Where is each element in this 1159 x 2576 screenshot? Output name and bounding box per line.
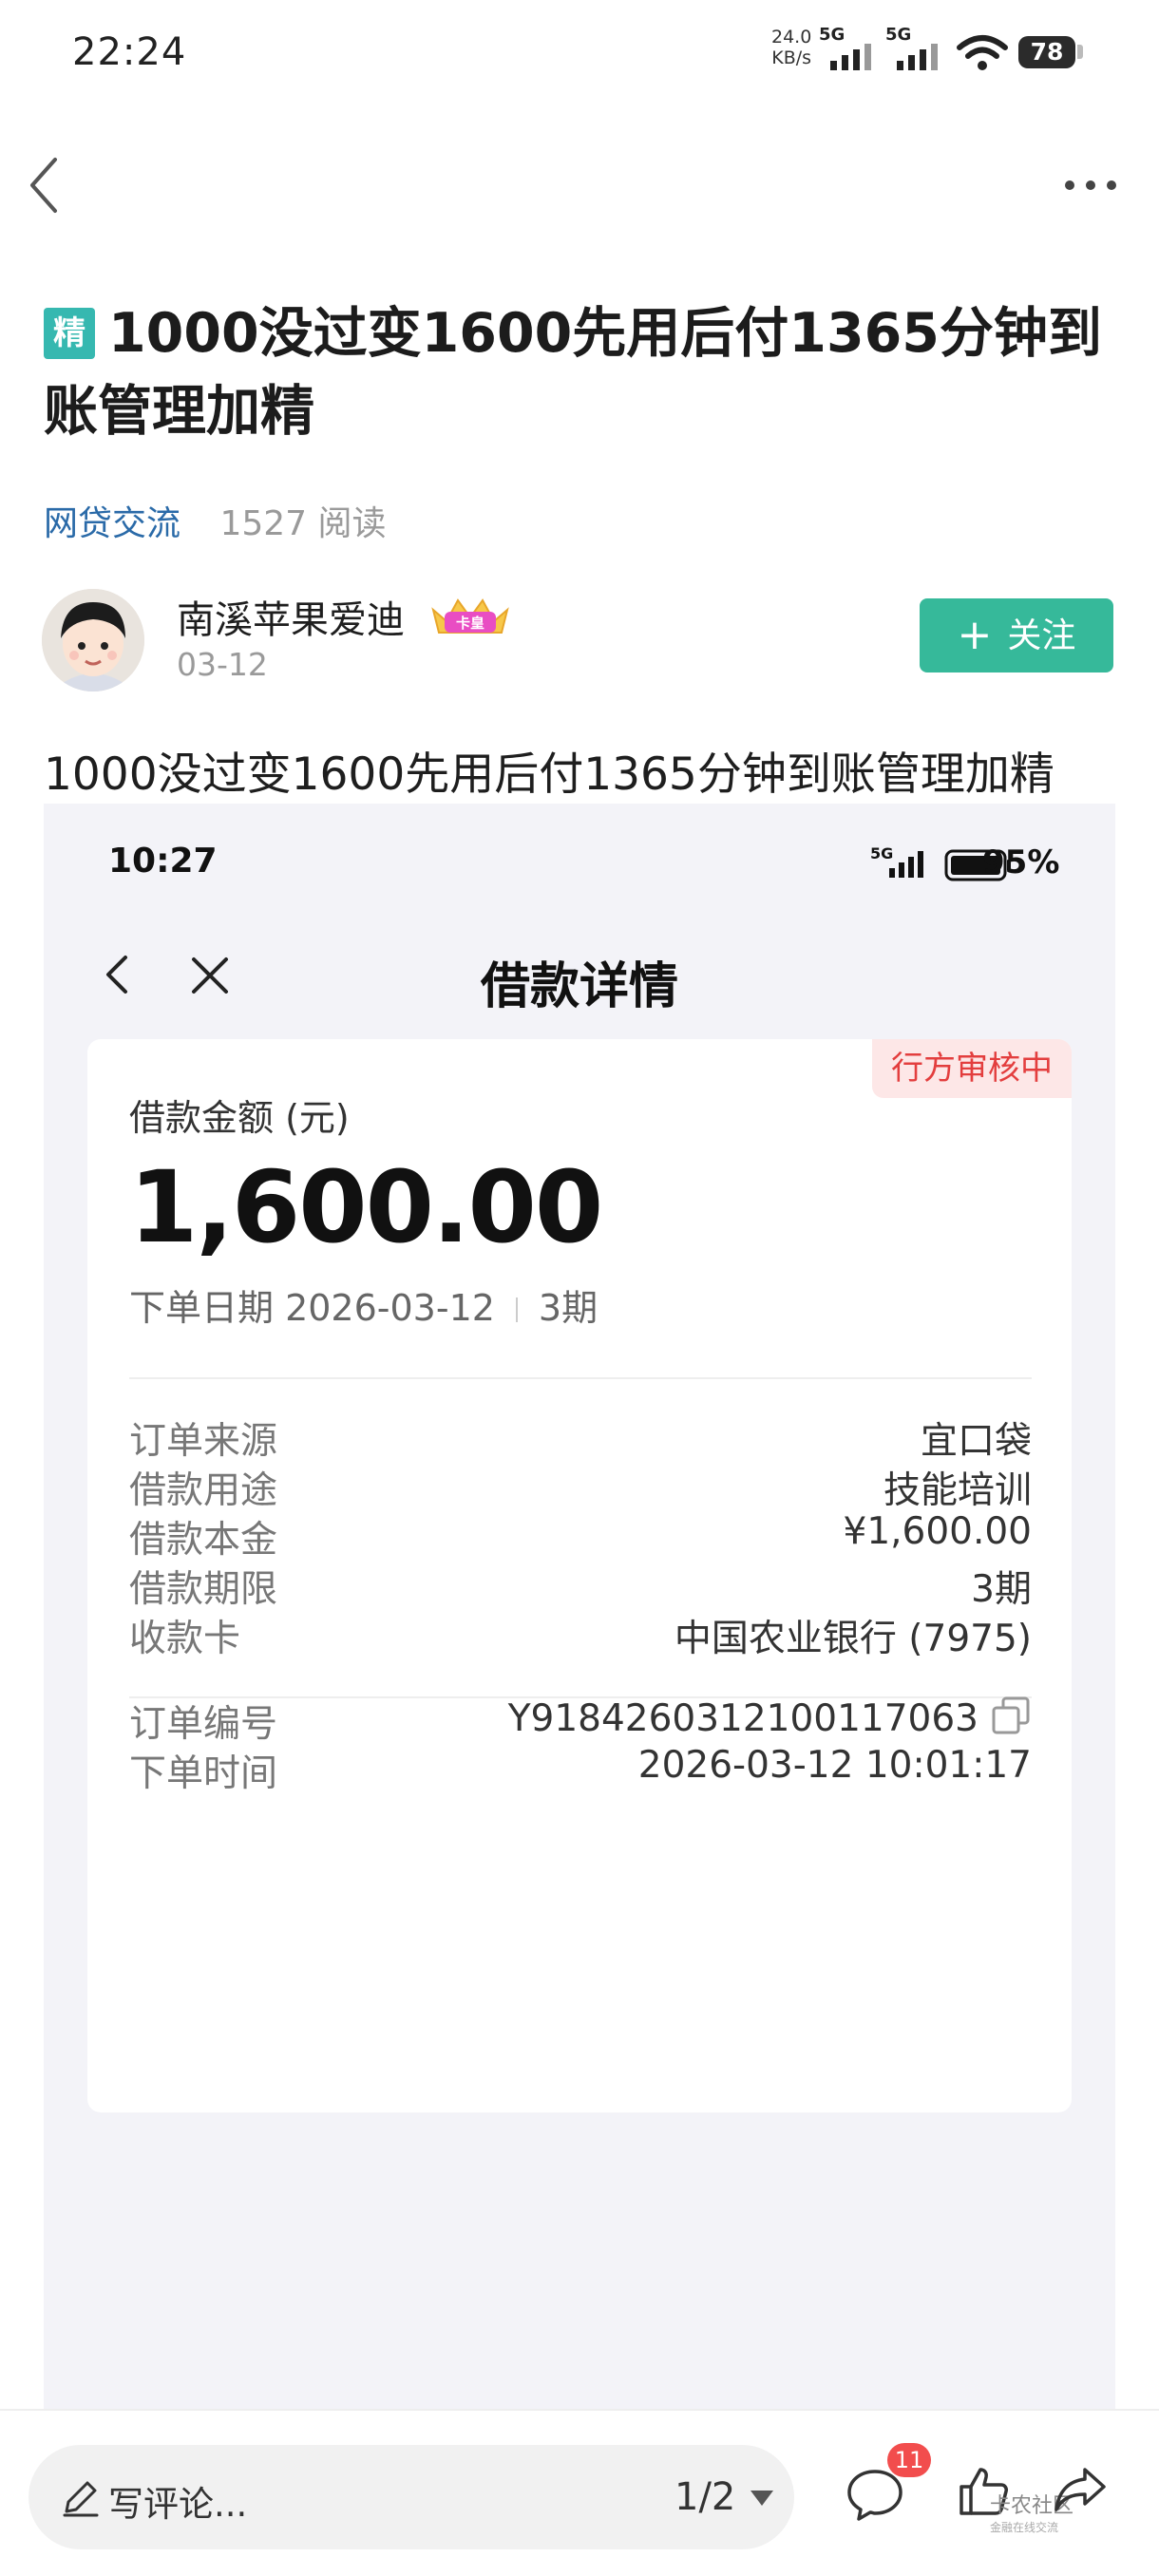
network-speed: 24.0 KB/s	[771, 27, 811, 68]
page-indicator[interactable]: 1/2	[674, 2475, 735, 2519]
post-date: 03-12	[177, 646, 268, 683]
battery-level: 78	[1030, 38, 1064, 66]
plus-icon: +	[957, 611, 993, 659]
detail-value: 中国农业银行 (7975)	[674, 1618, 1032, 1660]
order-time-label: 下单时间	[129, 1752, 278, 1795]
battery-tip	[1077, 45, 1083, 59]
post-meta: 网贷交流 1527 阅读	[44, 496, 387, 545]
order-number-row: 订单编号 Y9184260312100117063	[129, 1695, 1032, 1752]
battery-icon: 78	[1018, 36, 1075, 68]
post-title: 精 1000没过变1600先用后付1365分钟到账管理加精	[44, 294, 1117, 450]
avatar-image	[42, 589, 144, 691]
signal-icon	[897, 44, 938, 70]
detail-value: 宜口袋	[920, 1420, 1032, 1463]
order-time-row: 下单时间 2026-03-12 10:01:17	[129, 1744, 1032, 1801]
level-badge-text: 卡皇	[456, 615, 484, 632]
signal-icon	[830, 44, 871, 70]
pencil-icon	[63, 2481, 99, 2517]
detail-label: 借款用途	[129, 1469, 278, 1512]
status-time: 22:24	[72, 30, 187, 74]
avatar[interactable]	[42, 589, 144, 691]
post-image[interactable]: 10:27 5G 95% 借款详情 行方审核中 借款金额 (元) 1,600.0…	[44, 804, 1115, 2409]
network-speed-value: 24.0	[771, 27, 812, 47]
more-icon[interactable]	[1062, 171, 1119, 199]
featured-badge: 精	[44, 308, 95, 359]
order-date-line: 下单日期 2026-03-12 3期	[129, 1279, 598, 1331]
read-count: 1527 阅读	[219, 504, 387, 543]
detail-label: 借款本金	[129, 1519, 278, 1562]
detail-value: 技能培训	[883, 1469, 1032, 1512]
comment-icon[interactable]	[846, 2468, 904, 2521]
copy-icon	[992, 1696, 1030, 1734]
image-network-label: 5G	[870, 844, 893, 862]
order-number-value: Y9184260312100117063	[508, 1695, 1032, 1740]
image-status-icons: 5G	[870, 844, 1011, 881]
detail-label: 订单来源	[129, 1420, 278, 1463]
order-number: Y9184260312100117063	[507, 1697, 978, 1740]
order-number-label: 订单编号	[129, 1703, 278, 1746]
author-name[interactable]: 南溪苹果爱迪	[177, 589, 405, 644]
watermark-subtext: 金融在线交流	[990, 2521, 1059, 2534]
order-time-value: 2026-03-12 10:01:17	[637, 1744, 1032, 1787]
level-badge: 卡皇	[431, 598, 509, 634]
wifi-icon	[957, 35, 1008, 70]
share-icon[interactable]	[1051, 2464, 1110, 2519]
loan-detail-card: 行方审核中 借款金额 (元) 1,600.00 下单日期 2026-03-12 3…	[87, 1039, 1072, 2112]
post-body-text: 1000没过变1600先用后付1365分钟到账管理加精	[44, 748, 1054, 801]
network-speed-unit: KB/s	[771, 47, 812, 68]
divider	[129, 1377, 1032, 1379]
separator	[515, 1297, 518, 1322]
detail-value: ¥1,600.00	[843, 1510, 1033, 1553]
detail-row: 借款用途 技能培训	[129, 1461, 1032, 1518]
follow-button[interactable]: + 关注	[920, 598, 1113, 672]
status-badge: 行方审核中	[872, 1039, 1072, 1098]
amount-label: 借款金额 (元)	[129, 1097, 350, 1139]
status-bar: 22:24 24.0 KB/s 5G 5G 78	[0, 0, 1159, 104]
detail-label: 借款期限	[129, 1568, 278, 1611]
category-link[interactable]: 网贷交流	[44, 504, 180, 543]
comment-input[interactable]: 写评论... 1/2	[28, 2445, 794, 2549]
post-title-text: 1000没过变1600先用后付1365分钟到账管理加精	[44, 302, 1102, 443]
comment-count-badge: 11	[887, 2443, 931, 2477]
follow-label: 关注	[1007, 616, 1076, 655]
back-icon[interactable]	[25, 152, 63, 218]
image-page-title: 借款详情	[480, 958, 678, 1015]
comment-placeholder: 写评论...	[108, 2484, 248, 2525]
image-battery-pct: 95%	[982, 843, 1060, 881]
image-status-time: 10:27	[108, 842, 218, 881]
detail-row: 借款期限 3期	[129, 1560, 1032, 1617]
amount-value: 1,600.00	[129, 1149, 603, 1265]
caret-down-icon[interactable]	[749, 2489, 775, 2508]
detail-row: 收款卡 中国农业银行 (7975)	[129, 1609, 1032, 1666]
period-count: 3期	[538, 1287, 598, 1329]
detail-row: 订单来源 宜口袋	[129, 1411, 1032, 1468]
bottom-bar: 写评论... 1/2 11 卡农社区 金融在线交流	[0, 2409, 1159, 2576]
order-date: 下单日期 2026-03-12	[129, 1287, 495, 1329]
detail-row: 借款本金 ¥1,600.00	[129, 1510, 1032, 1567]
detail-value: 3期	[971, 1568, 1032, 1611]
detail-label: 收款卡	[129, 1618, 241, 1660]
